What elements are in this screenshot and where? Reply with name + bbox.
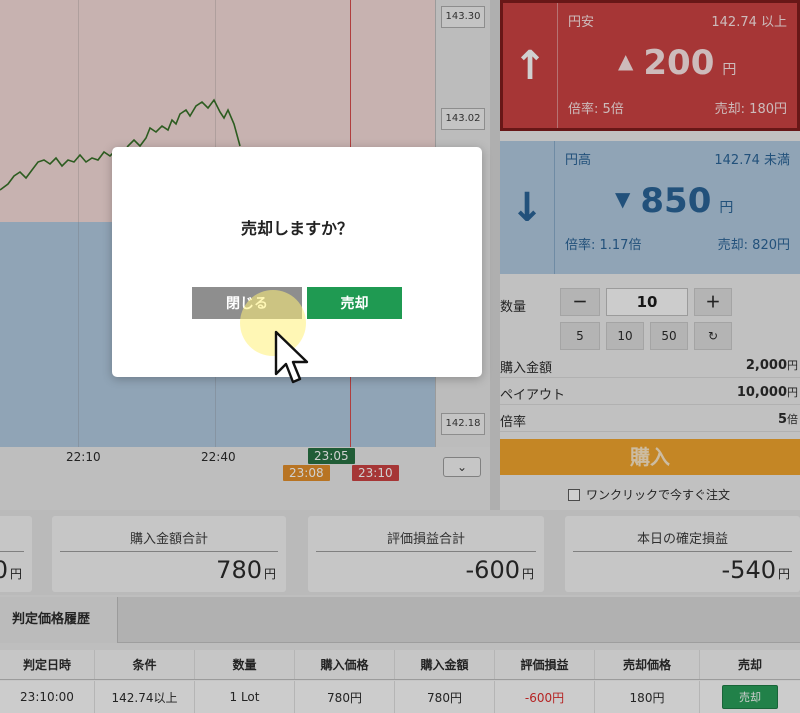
mouse-cursor-icon (274, 330, 309, 384)
trading-screen: 22:10 22:40 23:05 23:08 23:10 143.30 143… (0, 0, 800, 713)
dialog-title: 売却しますか？ (240, 219, 353, 238)
confirm-sell-button[interactable]: 売却 (307, 287, 402, 319)
